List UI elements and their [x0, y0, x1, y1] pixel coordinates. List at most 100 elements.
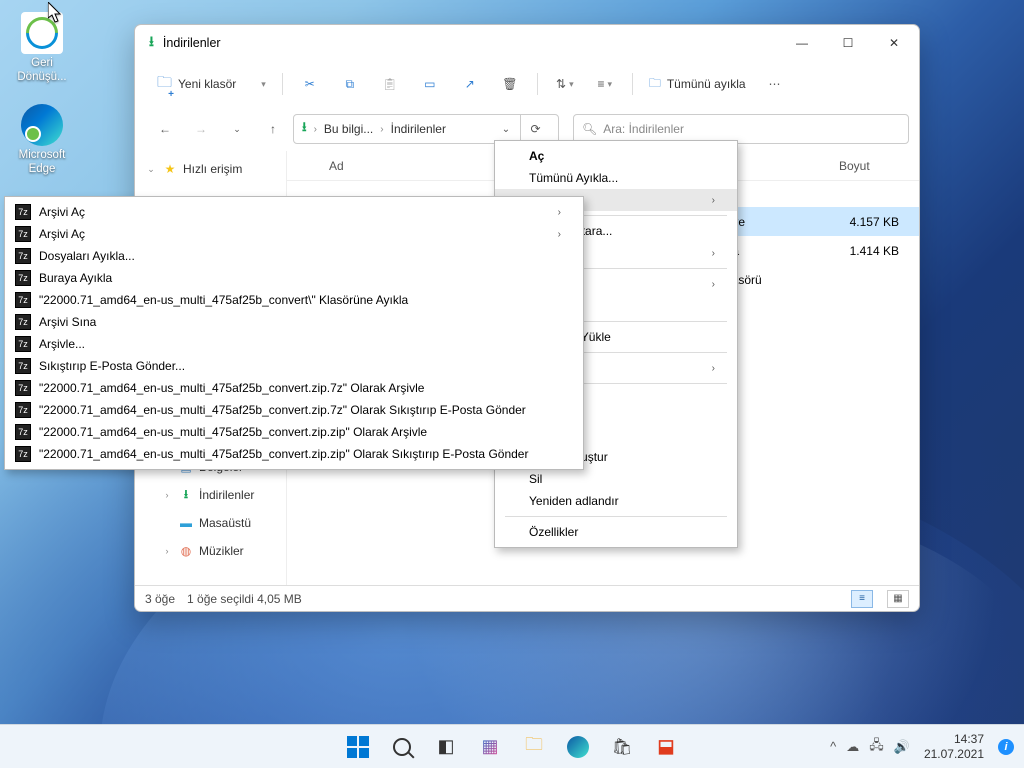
view-details-button[interactable]: ≡ [851, 590, 873, 608]
taskview-icon: ◧ [437, 736, 454, 757]
status-count: 3 öğe [145, 592, 175, 606]
forward-button[interactable]: → [185, 113, 217, 145]
desktop-icon-recycle-bin[interactable]: Geri Dönüşü... [6, 12, 78, 85]
taskbar-search[interactable] [383, 728, 421, 766]
ctx-7z-item[interactable]: 7z Arşivle... [5, 333, 583, 355]
minimize-button[interactable]: — [779, 27, 825, 59]
ctx-7z-label: "22000.71_amd64_en-us_multi_475af25b_con… [39, 403, 526, 417]
back-button[interactable]: ← [149, 113, 181, 145]
edge-icon [21, 104, 63, 146]
ctx-7z-item[interactable]: 7z Arşivi Aç › [5, 201, 583, 223]
sidebar-item-downloads[interactable]: › ⭳ İndirilenler [135, 481, 286, 509]
taskbar-explorer[interactable]: 🗀 [515, 728, 553, 766]
search-icon: 🔍︎ [582, 122, 597, 136]
desktop-icon-label: Microsoft Edge [6, 149, 78, 177]
taskbar-start[interactable] [339, 728, 377, 766]
search-input[interactable] [603, 122, 900, 136]
taskbar-widgets[interactable]: ▦ [471, 728, 509, 766]
tray-volume-icon[interactable]: 🔊 [894, 739, 910, 755]
cut-button[interactable]: ✂ [291, 67, 329, 101]
copy-button[interactable]: ⧉ [331, 67, 369, 101]
more-button[interactable]: ⋯ [756, 67, 794, 101]
tray-onedrive-icon[interactable]: ☁ [846, 739, 859, 755]
sort-icon: ⇅ [556, 77, 566, 91]
titlebar[interactable]: ⭳ İndirilenler — ☐ ✕ [135, 25, 919, 61]
sidebar-item-label: Hızlı erişim [183, 162, 242, 176]
7z-icon: 7z [15, 270, 31, 286]
ctx-delete[interactable]: Sil [495, 468, 737, 490]
chevron-right-icon: › [712, 195, 715, 206]
ctx-7z-item[interactable]: 7z Arşivi Aç › [5, 223, 583, 245]
window-title: İndirilenler [163, 36, 779, 50]
chevron-down-icon: ⌄ [145, 164, 157, 175]
sort-button[interactable]: ⇅▾ [546, 67, 584, 101]
breadcrumb-seg[interactable]: Bu bilgi... [324, 122, 373, 136]
download-icon: ⭳ [302, 118, 307, 140]
rename-icon: ▭ [424, 77, 435, 91]
desktop-icon: ▬ [178, 516, 194, 530]
desktop-icon-edge[interactable]: Microsoft Edge [6, 104, 78, 177]
rename-button[interactable]: ▭ [411, 67, 449, 101]
cut-icon: ✂ [305, 77, 315, 91]
maximize-button[interactable]: ☐ [825, 27, 871, 59]
cell-size: 1.414 KB [835, 244, 919, 258]
ctx-7z-item[interactable]: 7z Arşivi Sına [5, 311, 583, 333]
breadcrumb-seg[interactable]: İndirilenler [391, 122, 446, 136]
office-icon: ⬓ [657, 736, 674, 757]
ctx-7z-item[interactable]: 7z "22000.71_amd64_en-us_multi_475af25b_… [5, 399, 583, 421]
column-header-size[interactable]: Boyut [835, 159, 919, 173]
taskbar-taskview[interactable]: ◧ [427, 728, 465, 766]
ctx-7z-label: Sıkıştırıp E-Posta Gönder... [39, 359, 185, 373]
ctx-7z-label: Dosyaları Ayıkla... [39, 249, 135, 263]
ctx-7z-label: Arşivi Aç [39, 205, 85, 219]
taskbar-store[interactable]: 🛍 [603, 728, 641, 766]
share-button[interactable]: ↗ [451, 67, 489, 101]
sidebar-item-label: İndirilenler [199, 488, 254, 502]
chevron-right-icon: › [712, 248, 715, 259]
sidebar-item-music[interactable]: › ◍ Müzikler [135, 537, 286, 565]
ctx-extract-all[interactable]: Tümünü Ayıkla... [495, 167, 737, 189]
sidebar-item-quick-access[interactable]: ⌄ ★ Hızlı erişim [135, 155, 286, 183]
history-button[interactable]: ⌄ [221, 113, 253, 145]
delete-button[interactable]: 🗑 [491, 67, 529, 101]
up-button[interactable]: ↑ [257, 113, 289, 145]
7z-icon: 7z [15, 424, 31, 440]
chevron-right-icon: › [712, 279, 715, 290]
extract-all-button[interactable]: 🗀 Tümünü ayıkla [641, 67, 754, 101]
ctx-properties[interactable]: Özellikler [495, 521, 737, 543]
ctx-7z-item[interactable]: 7z Dosyaları Ayıkla... [5, 245, 583, 267]
share-icon: ↗ [465, 77, 475, 91]
download-icon: ⭳ [178, 485, 194, 506]
new-folder-button[interactable]: 🗀 Yeni klasör ▾ [149, 67, 274, 101]
folder-icon: 🗀 [525, 732, 543, 762]
ctx-7z-item[interactable]: 7z "22000.71_amd64_en-us_multi_475af25b_… [5, 289, 583, 311]
desktop-icon-label: Geri Dönüşü... [6, 57, 78, 85]
tray-network-icon[interactable]: 🖧 [869, 736, 884, 758]
7z-icon: 7z [15, 226, 31, 242]
taskbar-office[interactable]: ⬓ [647, 728, 685, 766]
taskbar-clock[interactable]: 14:37 21.07.2021 [920, 732, 988, 762]
sidebar-item-desktop[interactable]: ▬ Masaüstü [135, 509, 286, 537]
folder-plus-icon: 🗀 [157, 72, 172, 97]
chevron-down-icon[interactable]: ⌄ [495, 124, 517, 135]
ctx-7z-label: Buraya Ayıkla [39, 271, 112, 285]
ctx-7z-item[interactable]: 7z Sıkıştırıp E-Posta Gönder... [5, 355, 583, 377]
ctx-7z-item[interactable]: 7z Buraya Ayıkla [5, 267, 583, 289]
tray-chevron-up-icon[interactable]: ^ [830, 739, 836, 754]
taskbar-edge[interactable] [559, 728, 597, 766]
ctx-7z-item[interactable]: 7z "22000.71_amd64_en-us_multi_475af25b_… [5, 443, 583, 465]
paste-button[interactable]: 📋︎ [371, 67, 409, 101]
ctx-7z-item[interactable]: 7z "22000.71_amd64_en-us_multi_475af25b_… [5, 421, 583, 443]
view-thumbnails-button[interactable]: ▦ [887, 590, 909, 608]
ctx-7z-item[interactable]: 7z "22000.71_amd64_en-us_multi_475af25b_… [5, 377, 583, 399]
ctx-rename[interactable]: Yeniden adlandır [495, 490, 737, 512]
view-icon: ≡ [598, 77, 605, 91]
taskbar-notifications[interactable]: i [998, 739, 1014, 755]
7z-icon: 7z [15, 358, 31, 374]
chevron-right-icon: › [558, 229, 561, 240]
view-button[interactable]: ≡▾ [586, 67, 624, 101]
status-bar: 3 öğe 1 öğe seçildi 4,05 MB ≡ ▦ [135, 585, 919, 611]
close-button[interactable]: ✕ [871, 27, 917, 59]
ctx-open[interactable]: Aç [495, 145, 737, 167]
download-icon: ⭳ [149, 31, 154, 55]
